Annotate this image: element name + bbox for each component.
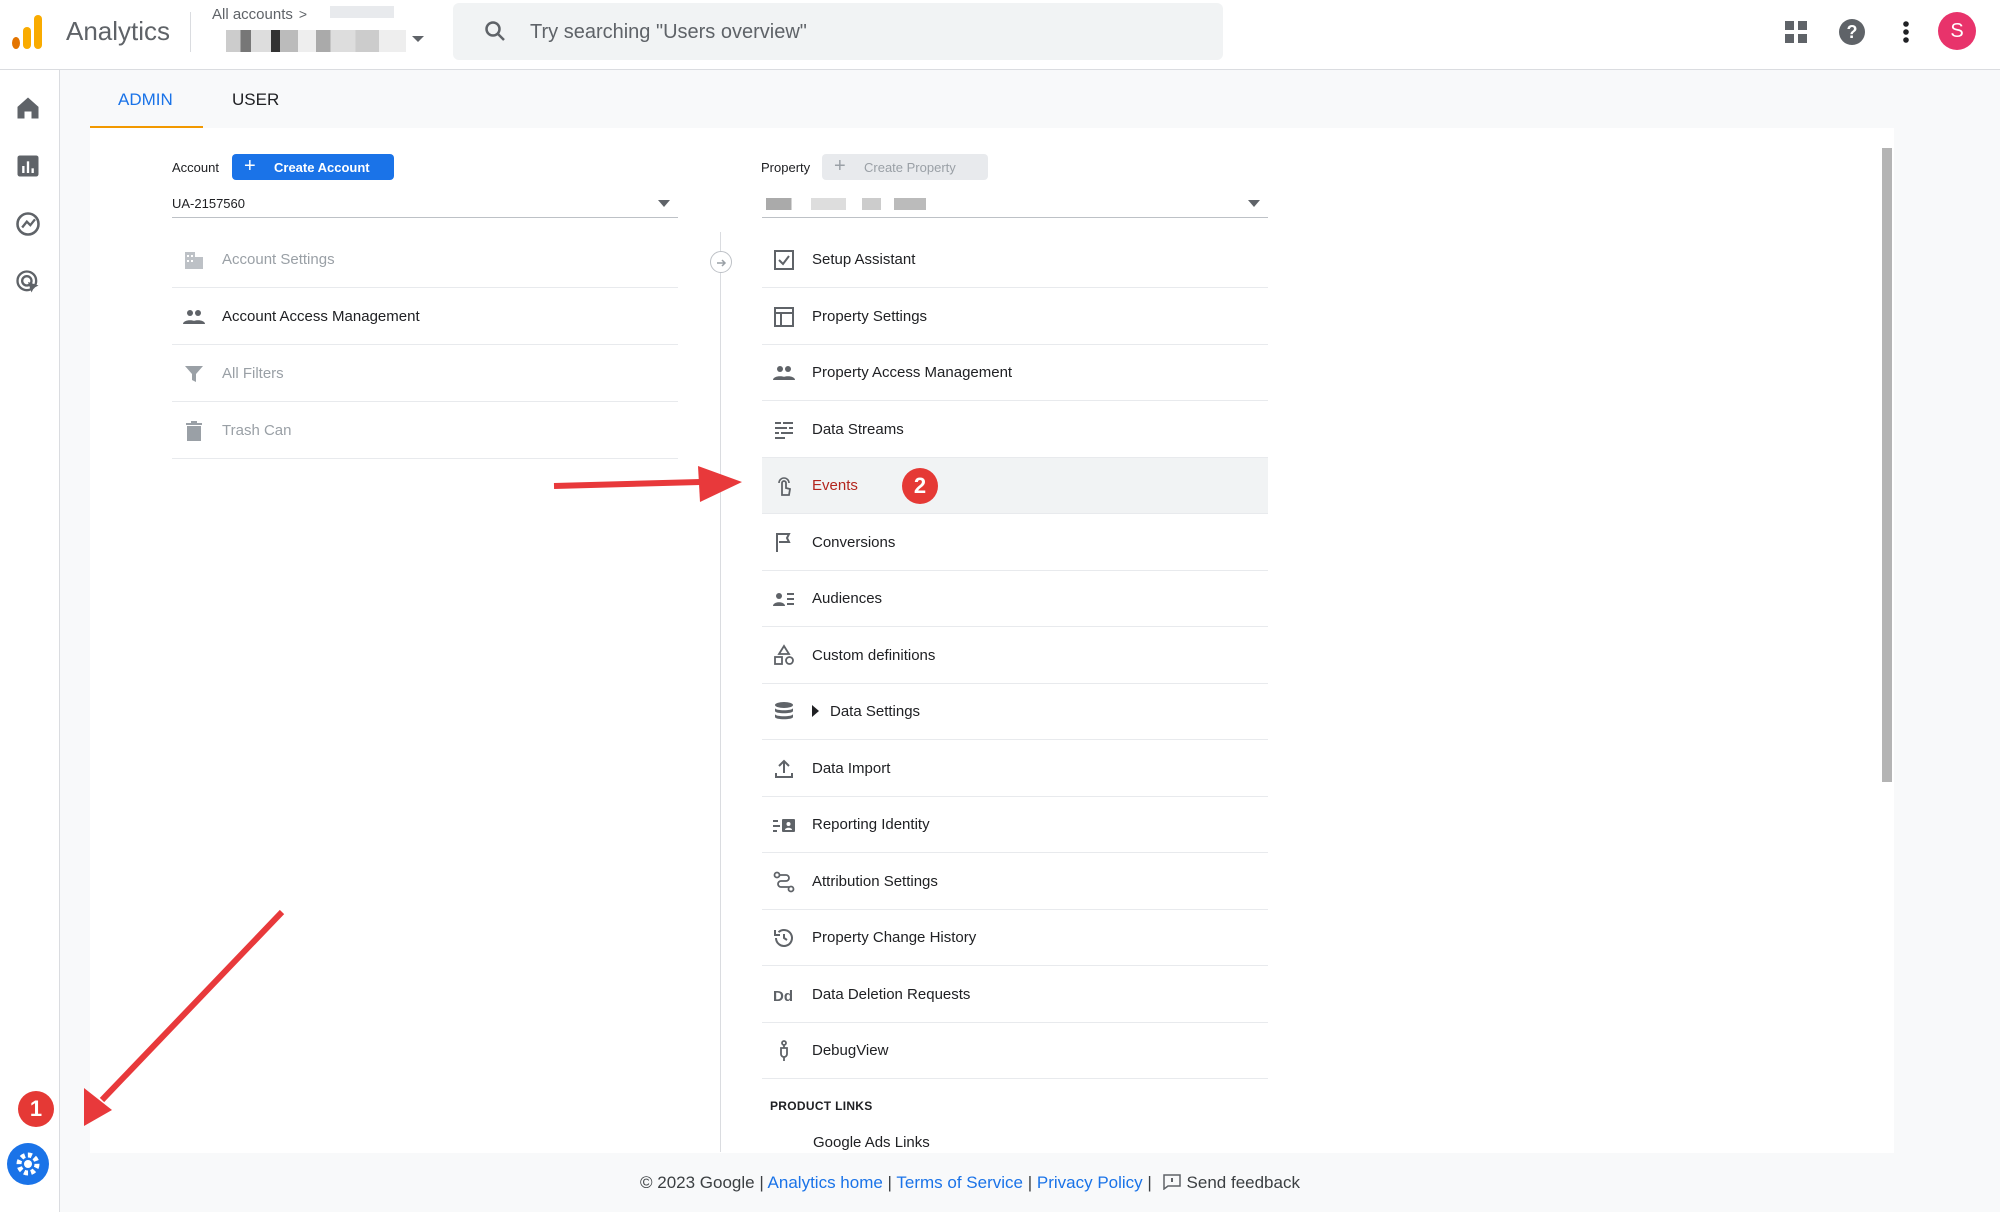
- account-label: Account: [172, 160, 219, 175]
- top-bar: Analytics All accounts > Try searching "U…: [0, 0, 2000, 70]
- annotation-badge-1: 1: [18, 1091, 54, 1127]
- analytics-home-link[interactable]: Analytics home: [768, 1173, 883, 1192]
- all-filters-item[interactable]: All Filters: [172, 346, 678, 402]
- send-feedback-button[interactable]: Send feedback: [1157, 1173, 1300, 1192]
- property-item-data-streams[interactable]: Data Streams: [762, 402, 1268, 458]
- privacy-policy-link[interactable]: Privacy Policy: [1037, 1173, 1143, 1192]
- gear-icon: [16, 1152, 40, 1176]
- dd-icon: Dd: [773, 988, 793, 1005]
- app-name[interactable]: Analytics: [66, 16, 170, 47]
- create-account-button[interactable]: + Create Account: [232, 154, 394, 180]
- flag-icon: [776, 532, 791, 552]
- reports-icon[interactable]: [14, 152, 42, 180]
- property-item-conversions[interactable]: Conversions: [762, 515, 1268, 571]
- create-property-button[interactable]: + Create Property: [822, 154, 988, 180]
- account-select[interactable]: UA-2157560: [172, 190, 678, 218]
- explore-icon[interactable]: [14, 210, 42, 238]
- plus-icon: +: [834, 155, 846, 177]
- left-nav-rail: [0, 70, 60, 1212]
- annotation-badge-2: 2: [902, 468, 938, 504]
- property-item-events[interactable]: Events: [762, 458, 1268, 514]
- property-item-custom-definitions[interactable]: Custom definitions: [762, 628, 1268, 684]
- property-item-property-settings[interactable]: Property Settings: [762, 289, 1268, 345]
- property-item-debugview[interactable]: DebugView: [762, 1023, 1268, 1079]
- property-item-data-deletion-requests[interactable]: Dd Data Deletion Requests: [762, 967, 1268, 1023]
- more-vert-icon[interactable]: [1890, 16, 1922, 48]
- column-divider: [720, 232, 721, 1152]
- people-icon: [183, 310, 205, 324]
- identity-icon: [773, 819, 795, 832]
- plus-icon: +: [244, 155, 256, 177]
- scrollbar[interactable]: [1882, 148, 1892, 782]
- trash-icon: [186, 421, 202, 441]
- chevron-down-icon[interactable]: [412, 36, 424, 42]
- footer: © 2023 Google | Analytics home | Terms o…: [640, 1173, 1300, 1192]
- product-links-heading: PRODUCT LINKS: [770, 1099, 873, 1113]
- property-item-property-change-history[interactable]: Property Change History: [762, 910, 1268, 966]
- advertising-icon[interactable]: [14, 268, 42, 296]
- search-placeholder: Try searching "Users overview": [530, 21, 807, 43]
- property-item-attribution-settings[interactable]: Attribution Settings: [762, 854, 1268, 910]
- apps-grid-icon[interactable]: [1780, 16, 1812, 48]
- streams-icon: [775, 421, 793, 439]
- analytics-logo-icon[interactable]: [12, 13, 44, 49]
- google-ads-links-item[interactable]: Google Ads Links: [813, 1134, 930, 1151]
- terms-of-service-link[interactable]: Terms of Service: [896, 1173, 1023, 1192]
- property-item-setup-assistant[interactable]: Setup Assistant: [762, 232, 1268, 288]
- admin-gear-button[interactable]: [7, 1143, 49, 1185]
- home-icon[interactable]: [14, 94, 42, 122]
- feedback-icon: [1162, 1174, 1181, 1190]
- redacted-property-name: [766, 198, 926, 210]
- checkbox-icon: [774, 250, 794, 270]
- shapes-icon: [774, 643, 794, 665]
- building-icon: [185, 252, 203, 269]
- history-icon: [774, 929, 793, 947]
- debug-icon: [780, 1040, 788, 1061]
- trash-can-item[interactable]: Trash Can: [172, 403, 678, 459]
- touch-icon: [778, 477, 792, 496]
- chevron-down-icon: [658, 200, 670, 207]
- account-breadcrumb[interactable]: All accounts >: [212, 6, 307, 23]
- property-item-data-import[interactable]: Data Import: [762, 741, 1268, 797]
- property-item-reporting-identity[interactable]: Reporting Identity: [762, 797, 1268, 853]
- help-icon[interactable]: ?: [1836, 16, 1868, 48]
- route-icon: [773, 871, 795, 892]
- property-select[interactable]: [762, 190, 1268, 218]
- property-label: Property: [761, 160, 811, 175]
- tab-admin[interactable]: ADMIN: [118, 90, 173, 110]
- property-item-data-settings[interactable]: Data Settings: [762, 684, 1268, 740]
- tab-user[interactable]: USER: [232, 90, 279, 110]
- link-arrow-icon: [710, 251, 732, 273]
- search-icon: [485, 21, 505, 41]
- avatar[interactable]: S: [1938, 12, 1976, 50]
- account-access-management-item[interactable]: Account Access Management: [172, 289, 678, 345]
- layout-icon: [774, 306, 794, 327]
- people-icon: [773, 366, 795, 380]
- svg-text:Dd: Dd: [773, 988, 793, 1005]
- svg-text:?: ?: [1847, 22, 1858, 42]
- search-bar[interactable]: Try searching "Users overview": [453, 3, 1223, 60]
- filter-icon: [185, 366, 203, 382]
- database-icon: [775, 702, 793, 720]
- account-settings-item[interactable]: Account Settings: [172, 232, 678, 288]
- property-item-property-access-management[interactable]: Property Access Management: [762, 345, 1268, 401]
- divider: [190, 12, 191, 52]
- chevron-down-icon: [1248, 200, 1260, 207]
- property-item-audiences[interactable]: Audiences: [762, 571, 1268, 627]
- expand-triangle-icon[interactable]: [812, 705, 819, 717]
- audience-icon: [773, 593, 794, 606]
- upload-icon: [775, 759, 793, 778]
